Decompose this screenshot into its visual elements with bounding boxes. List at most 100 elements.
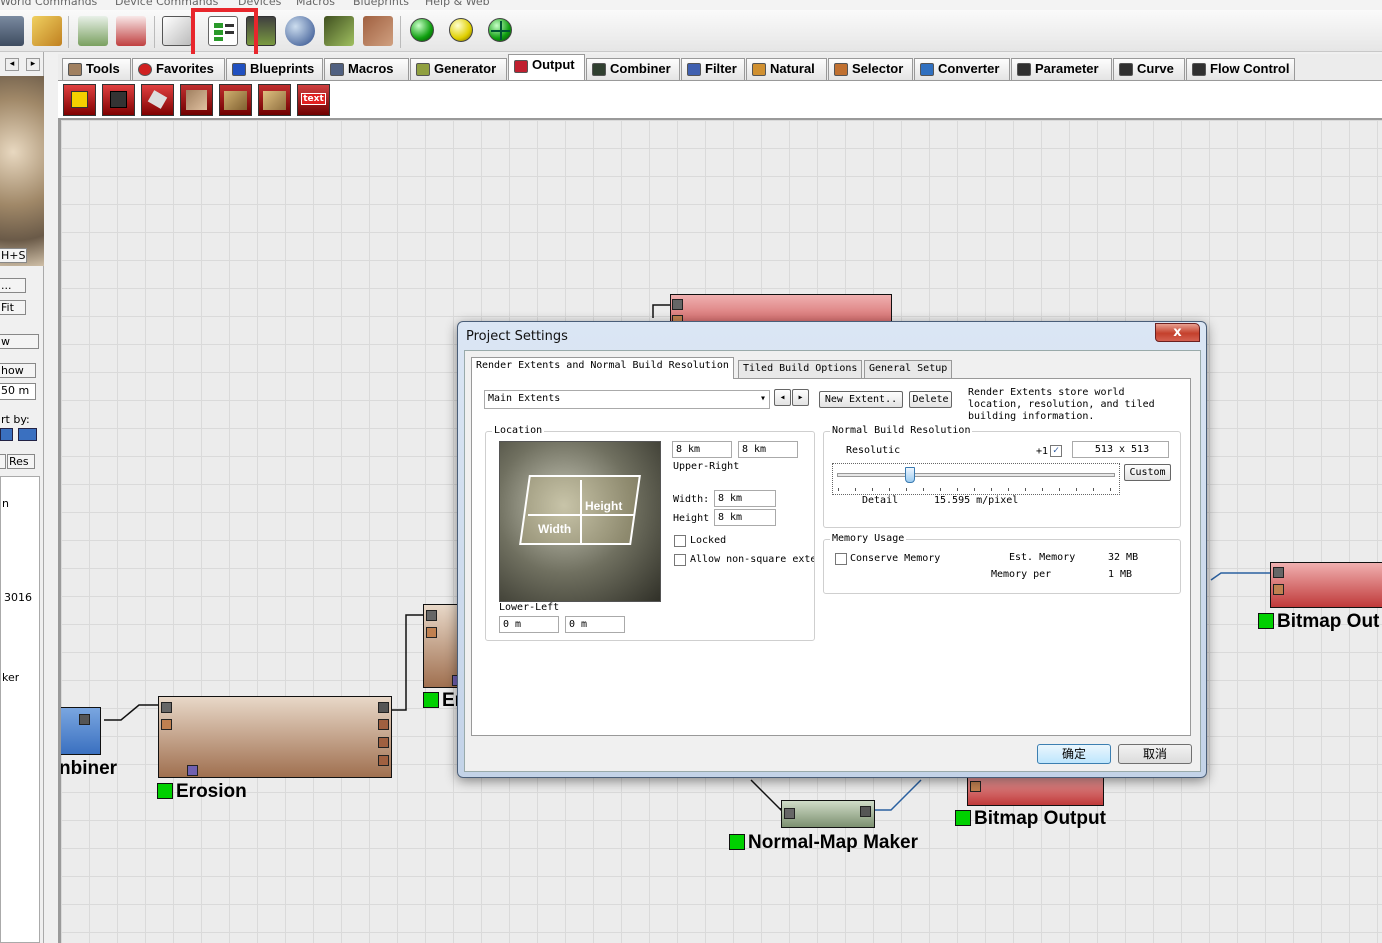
- input-port[interactable]: [672, 299, 683, 310]
- new-extent-button[interactable]: New Extent..: [819, 391, 903, 408]
- list-item[interactable]: ker: [2, 671, 19, 684]
- input-port[interactable]: [161, 702, 172, 713]
- output-port[interactable]: [79, 714, 90, 725]
- input-port[interactable]: [426, 627, 437, 638]
- crosshair-ball-icon[interactable]: [488, 18, 512, 42]
- slider-thumb[interactable]: [904, 467, 915, 483]
- menu-help-web[interactable]: Help & Web: [425, 0, 490, 8]
- extent-select[interactable]: Main Extents ▾: [484, 390, 770, 409]
- output-port[interactable]: [378, 755, 389, 766]
- output-port[interactable]: [860, 806, 871, 817]
- tab-flow-control[interactable]: Flow Control: [1186, 58, 1295, 80]
- menu-device-commands[interactable]: Device Commands: [115, 0, 218, 8]
- dice-icon[interactable]: [162, 16, 192, 46]
- tab-natural[interactable]: Natural: [746, 58, 827, 80]
- upper-right-y-field[interactable]: 8 km: [738, 441, 798, 458]
- list-item[interactable]: 3016: [4, 591, 32, 604]
- input-port[interactable]: [161, 719, 172, 730]
- height-field[interactable]: 8 km: [714, 509, 776, 526]
- tab-selector[interactable]: Selector: [828, 58, 913, 80]
- tab-macros[interactable]: Macros: [324, 58, 409, 80]
- output-port[interactable]: [378, 737, 389, 748]
- custom-button[interactable]: Custom: [1124, 464, 1171, 481]
- cancel-button[interactable]: 取消: [1118, 744, 1192, 764]
- tab-general-setup[interactable]: General Setup: [864, 360, 953, 378]
- mountain-icon[interactable]: [324, 16, 354, 46]
- scroll-right-icon[interactable]: ▸: [26, 58, 40, 71]
- width-field[interactable]: 8 km: [714, 490, 776, 507]
- allow-non-square-checkbox[interactable]: [674, 554, 686, 566]
- output-port[interactable]: [378, 719, 389, 730]
- bitmap-output-node-right[interactable]: [1270, 562, 1382, 608]
- sort-b-icon[interactable]: [18, 428, 37, 441]
- sort-a-icon[interactable]: [0, 428, 13, 441]
- output-port[interactable]: [378, 702, 389, 713]
- tab-render-extents[interactable]: Render Extents and Normal Build Resoluti…: [471, 357, 734, 379]
- mountain-output-icon[interactable]: [219, 84, 252, 116]
- enable-indicator[interactable]: [423, 692, 439, 708]
- ok-button[interactable]: 确定: [1037, 744, 1111, 764]
- show-button[interactable]: how: [0, 363, 36, 378]
- tab-combiner[interactable]: Combiner: [586, 58, 680, 80]
- fit-button[interactable]: Fit: [0, 300, 26, 315]
- notes-icon[interactable]: [116, 16, 146, 46]
- tab-tiled-build-options[interactable]: Tiled Build Options: [738, 360, 863, 378]
- menu-devices[interactable]: Devices: [238, 0, 281, 8]
- enable-indicator[interactable]: [1258, 613, 1274, 629]
- list-item[interactable]: n: [2, 497, 9, 510]
- prev-button[interactable]: [0, 454, 6, 469]
- text-output-icon[interactable]: text: [297, 84, 330, 116]
- input-port[interactable]: [1273, 584, 1284, 595]
- tab-favorites[interactable]: Favorites: [132, 58, 225, 80]
- lower-left-x-field[interactable]: 0 m: [499, 616, 559, 633]
- tab-converter[interactable]: Converter: [914, 58, 1010, 80]
- delete-button[interactable]: Delete: [909, 391, 952, 408]
- mask-port[interactable]: [187, 765, 198, 776]
- lower-left-y-field[interactable]: 0 m: [565, 616, 625, 633]
- menu-world-commands[interactable]: World Commands: [0, 0, 97, 8]
- enable-indicator[interactable]: [955, 810, 971, 826]
- resolution-slider[interactable]: [832, 463, 1120, 495]
- normal-map-maker-node[interactable]: [781, 800, 875, 828]
- save-output-icon[interactable]: [63, 84, 96, 116]
- scale-field[interactable]: 50 m: [0, 383, 36, 400]
- input-port[interactable]: [426, 610, 437, 621]
- enable-indicator[interactable]: [729, 834, 745, 850]
- combiner-node[interactable]: [61, 707, 101, 755]
- res-button[interactable]: Res: [7, 454, 35, 469]
- texture-icon[interactable]: [363, 16, 393, 46]
- conserve-memory-checkbox[interactable]: [835, 553, 847, 565]
- scroll-left-icon[interactable]: ◂: [5, 58, 19, 71]
- hotkey-button[interactable]: H+S: [0, 248, 27, 263]
- tab-filter[interactable]: Filter: [681, 58, 745, 80]
- tab-generator[interactable]: Generator: [410, 58, 507, 80]
- tab-tools[interactable]: Tools: [62, 58, 131, 80]
- menu-blueprints[interactable]: Blueprints: [353, 0, 409, 8]
- locked-checkbox[interactable]: [674, 535, 686, 547]
- fit-icon[interactable]: [32, 16, 62, 46]
- view-button[interactable]: w: [0, 334, 39, 349]
- menu-macros[interactable]: Macros: [296, 0, 335, 8]
- mesh-output-icon[interactable]: [141, 84, 174, 116]
- resolution-field[interactable]: 513 x 513: [1072, 441, 1169, 458]
- plus-one-checkbox[interactable]: ✓: [1050, 445, 1062, 457]
- save-icon[interactable]: [0, 16, 24, 46]
- device-list[interactable]: n 3016 ker: [0, 476, 40, 943]
- input-port[interactable]: [1273, 567, 1284, 578]
- tab-parameter[interactable]: Parameter: [1011, 58, 1112, 80]
- input-port[interactable]: [784, 808, 795, 819]
- globe-icon[interactable]: [285, 16, 315, 46]
- yellow-ball-icon[interactable]: [449, 18, 473, 42]
- upper-right-x-field[interactable]: 8 km: [672, 441, 732, 458]
- tab-blueprints[interactable]: Blueprints: [226, 58, 323, 80]
- close-button[interactable]: x: [1155, 323, 1200, 342]
- next-extent-button[interactable]: ▸: [792, 389, 809, 406]
- terrain-output-icon[interactable]: [180, 84, 213, 116]
- terrain-icon[interactable]: [78, 16, 108, 46]
- prev-extent-button[interactable]: ◂: [774, 389, 791, 406]
- erosion-node[interactable]: [158, 696, 392, 778]
- green-ball-icon[interactable]: [410, 18, 434, 42]
- hills-output-icon[interactable]: [258, 84, 291, 116]
- tab-output[interactable]: Output: [508, 54, 585, 80]
- disk-output-icon[interactable]: [102, 84, 135, 116]
